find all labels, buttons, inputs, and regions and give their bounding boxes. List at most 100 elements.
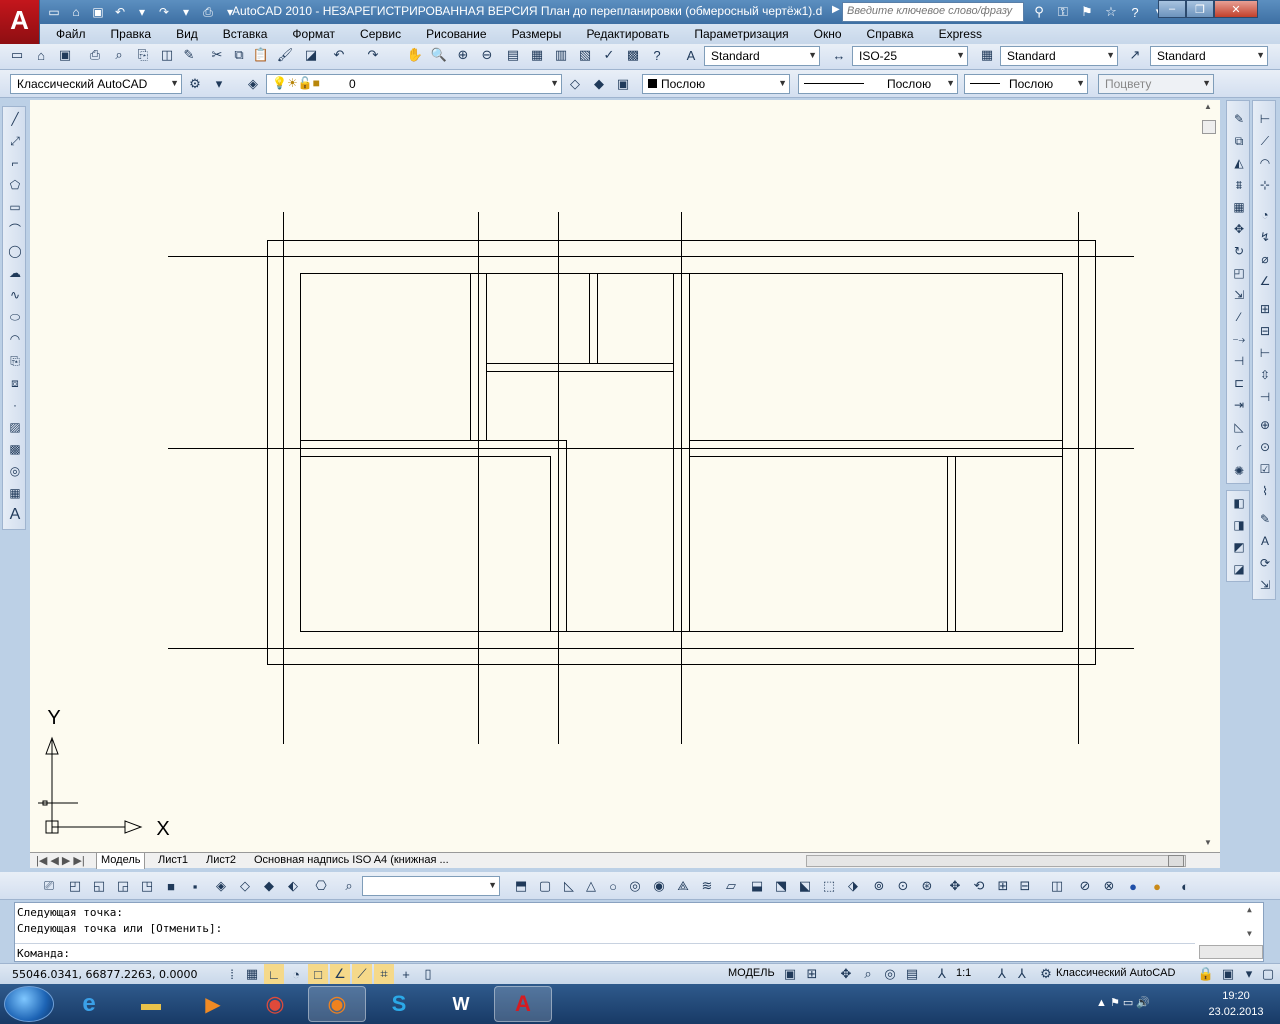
command-window[interactable]: Следующая точка: Следующая точка или [От… <box>14 902 1264 962</box>
tolerance-icon[interactable]: ⊕ <box>1255 415 1275 435</box>
nw-iso-icon[interactable]: ⬖ <box>282 875 304 897</box>
pan-status-icon[interactable]: ✥ <box>836 964 856 984</box>
menu-item-3[interactable]: Вставка <box>207 27 277 41</box>
arc-icon[interactable]: ⌒ <box>5 219 25 239</box>
annotation-scale-icon[interactable]: ⅄ <box>932 964 952 984</box>
tray-icons[interactable]: ▲ ⚑ ▭ 🔊 <box>1096 996 1150 1009</box>
dim-text-edit-icon[interactable]: A <box>1255 531 1275 551</box>
vertical-scrollbar[interactable]: ▲ ▼ <box>1200 100 1220 852</box>
rotate-icon[interactable]: ↻ <box>1229 241 1249 261</box>
publish-icon[interactable]: ⎘ <box>132 44 154 66</box>
match-properties-icon[interactable]: 🖌 <box>274 44 296 66</box>
gradient-icon[interactable]: ▩ <box>5 439 25 459</box>
aligned-dim-icon[interactable]: ⟋ <box>1255 131 1275 151</box>
plot-icon[interactable]: ⎙ <box>84 44 106 66</box>
join-icon[interactable]: ⇥ <box>1229 395 1249 415</box>
command-scrollbar[interactable] <box>1199 945 1263 959</box>
firefox-icon[interactable]: ◉ <box>308 986 366 1022</box>
undo-icon[interactable]: ↶ <box>328 44 350 66</box>
offset-icon[interactable]: ⩩ <box>1229 175 1249 195</box>
jogged-dim-icon[interactable]: ↯ <box>1255 227 1275 247</box>
radius-dim-icon[interactable]: ◔ <box>1255 205 1275 225</box>
layer-states-icon[interactable]: ▣ <box>612 73 634 95</box>
ortho-mode-icon[interactable]: ∟ <box>264 964 284 984</box>
camera-icon[interactable]: ⎔ <box>310 875 332 897</box>
sweep-icon[interactable]: ⬗ <box>842 875 864 897</box>
ducs-icon[interactable]: ⟋ <box>352 964 372 984</box>
plot-preview-icon[interactable]: ⌕ <box>108 44 130 66</box>
annotation-visibility-icon[interactable]: ⅄ <box>992 964 1012 984</box>
explode-icon[interactable]: ✺ <box>1229 461 1249 481</box>
front-view-icon[interactable]: ■ <box>160 875 182 897</box>
menu-item-2[interactable]: Вид <box>160 27 207 41</box>
3d-array-icon[interactable]: ⊟ <box>1014 875 1036 897</box>
line-icon[interactable]: ╱ <box>5 109 25 129</box>
3d-hidden-icon[interactable]: ⊗ <box>1098 875 1120 897</box>
mleader-style-select[interactable]: Standard <box>1150 46 1268 66</box>
spline-icon[interactable]: ∿ <box>5 285 25 305</box>
binoculars-icon[interactable]: ⚲ <box>1028 2 1050 22</box>
quick-properties-icon[interactable]: ▯ <box>418 964 438 984</box>
save-icon[interactable]: ▣ <box>54 44 76 66</box>
jogged-linear-icon[interactable]: ⌇ <box>1255 481 1275 501</box>
help-icon[interactable]: ? <box>1124 2 1146 22</box>
menu-item-11[interactable]: Справка <box>851 27 923 41</box>
mleader-style-icon[interactable]: ↗ <box>1124 44 1146 66</box>
text-style-icon[interactable]: A <box>680 44 702 66</box>
cursor-coordinates[interactable]: 55046.0341, 66877.2263, 0.0000 <box>12 968 197 981</box>
markup-icon[interactable]: ✓ <box>598 44 620 66</box>
clean-screen-icon[interactable]: ▢ <box>1258 964 1278 984</box>
save-icon[interactable]: ▣ <box>88 3 108 21</box>
3d-align-icon[interactable]: ⊞ <box>992 875 1014 897</box>
send-back-icon[interactable]: ◨ <box>1229 515 1249 535</box>
region-icon[interactable]: ◎ <box>5 461 25 481</box>
layer-previous-icon[interactable]: ◆ <box>588 73 610 95</box>
tab-sheet2[interactable]: Лист2 <box>202 853 240 869</box>
start-button-icon[interactable] <box>4 986 54 1022</box>
word-icon[interactable]: W <box>432 986 490 1022</box>
workspace-switching-icon[interactable]: ⚙ <box>1036 964 1056 984</box>
circle-icon[interactable]: ◯ <box>5 241 25 261</box>
sheet-set-icon[interactable]: ▧ <box>574 44 596 66</box>
tab-model[interactable]: Модель <box>96 853 146 869</box>
cylinder-icon[interactable]: ◎ <box>624 875 646 897</box>
dim-style-icon[interactable]: ⇲ <box>1255 575 1275 595</box>
bring-front-icon[interactable]: ◧ <box>1229 493 1249 513</box>
dim-break-icon[interactable]: ⊣ <box>1255 387 1275 407</box>
move-icon[interactable]: ✥ <box>1229 219 1249 239</box>
menu-item-6[interactable]: Рисование <box>410 27 495 41</box>
arc-length-icon[interactable]: ◠ <box>1255 153 1275 173</box>
stretch-icon[interactable]: ⇲ <box>1229 285 1249 305</box>
baseline-dim-icon[interactable]: ⊟ <box>1255 321 1275 341</box>
showmotion-icon[interactable]: ▤ <box>902 964 922 984</box>
autocad-taskbar-icon[interactable]: A <box>494 986 552 1022</box>
grid-display-icon[interactable]: ▦ <box>242 964 262 984</box>
block-editor-icon[interactable]: ◪ <box>300 44 322 66</box>
copy-object-icon[interactable]: ⧉ <box>1229 131 1249 151</box>
dim-space-icon[interactable]: ⇳ <box>1255 365 1275 385</box>
hardware-accel-icon[interactable]: ▣ <box>1218 964 1238 984</box>
menu-item-7[interactable]: Размеры <box>496 27 571 41</box>
extend-icon[interactable]: ⤍ <box>1229 329 1249 349</box>
tab-nav-arrows[interactable]: |◀ ◀ ▶ ▶| <box>32 853 89 869</box>
close-icon[interactable]: ✕ <box>1214 0 1258 18</box>
ucs-manager-icon[interactable]: ⌕ <box>338 875 360 897</box>
ellipse-arc-icon[interactable]: ◠ <box>5 329 25 349</box>
zoom-realtime-icon[interactable]: 🔍 <box>428 44 450 66</box>
qnew-icon[interactable]: ▭ <box>6 44 28 66</box>
fillet-icon[interactable]: ◜ <box>1229 439 1249 459</box>
menu-item-1[interactable]: Правка <box>95 27 161 41</box>
construction-line-icon[interactable]: ⤢ <box>5 131 25 151</box>
media-player-icon[interactable]: ▶ <box>184 986 242 1022</box>
workspace-toolbar-icon[interactable]: ▾ <box>208 73 230 95</box>
internet-explorer-icon[interactable]: e <box>60 986 118 1022</box>
table-style-icon[interactable]: ▦ <box>976 44 998 66</box>
zoom-previous-icon[interactable]: ⊖ <box>476 44 498 66</box>
angular-dim-icon[interactable]: ∠ <box>1255 271 1275 291</box>
menu-item-9[interactable]: Параметризация <box>678 27 797 41</box>
chrome-icon[interactable]: ◉ <box>246 986 304 1022</box>
scale-icon[interactable]: ◰ <box>1229 263 1249 283</box>
point-icon[interactable]: · <box>5 395 25 415</box>
menu-item-4[interactable]: Формат <box>276 27 344 41</box>
3d-rotate-icon[interactable]: ⟲ <box>968 875 990 897</box>
